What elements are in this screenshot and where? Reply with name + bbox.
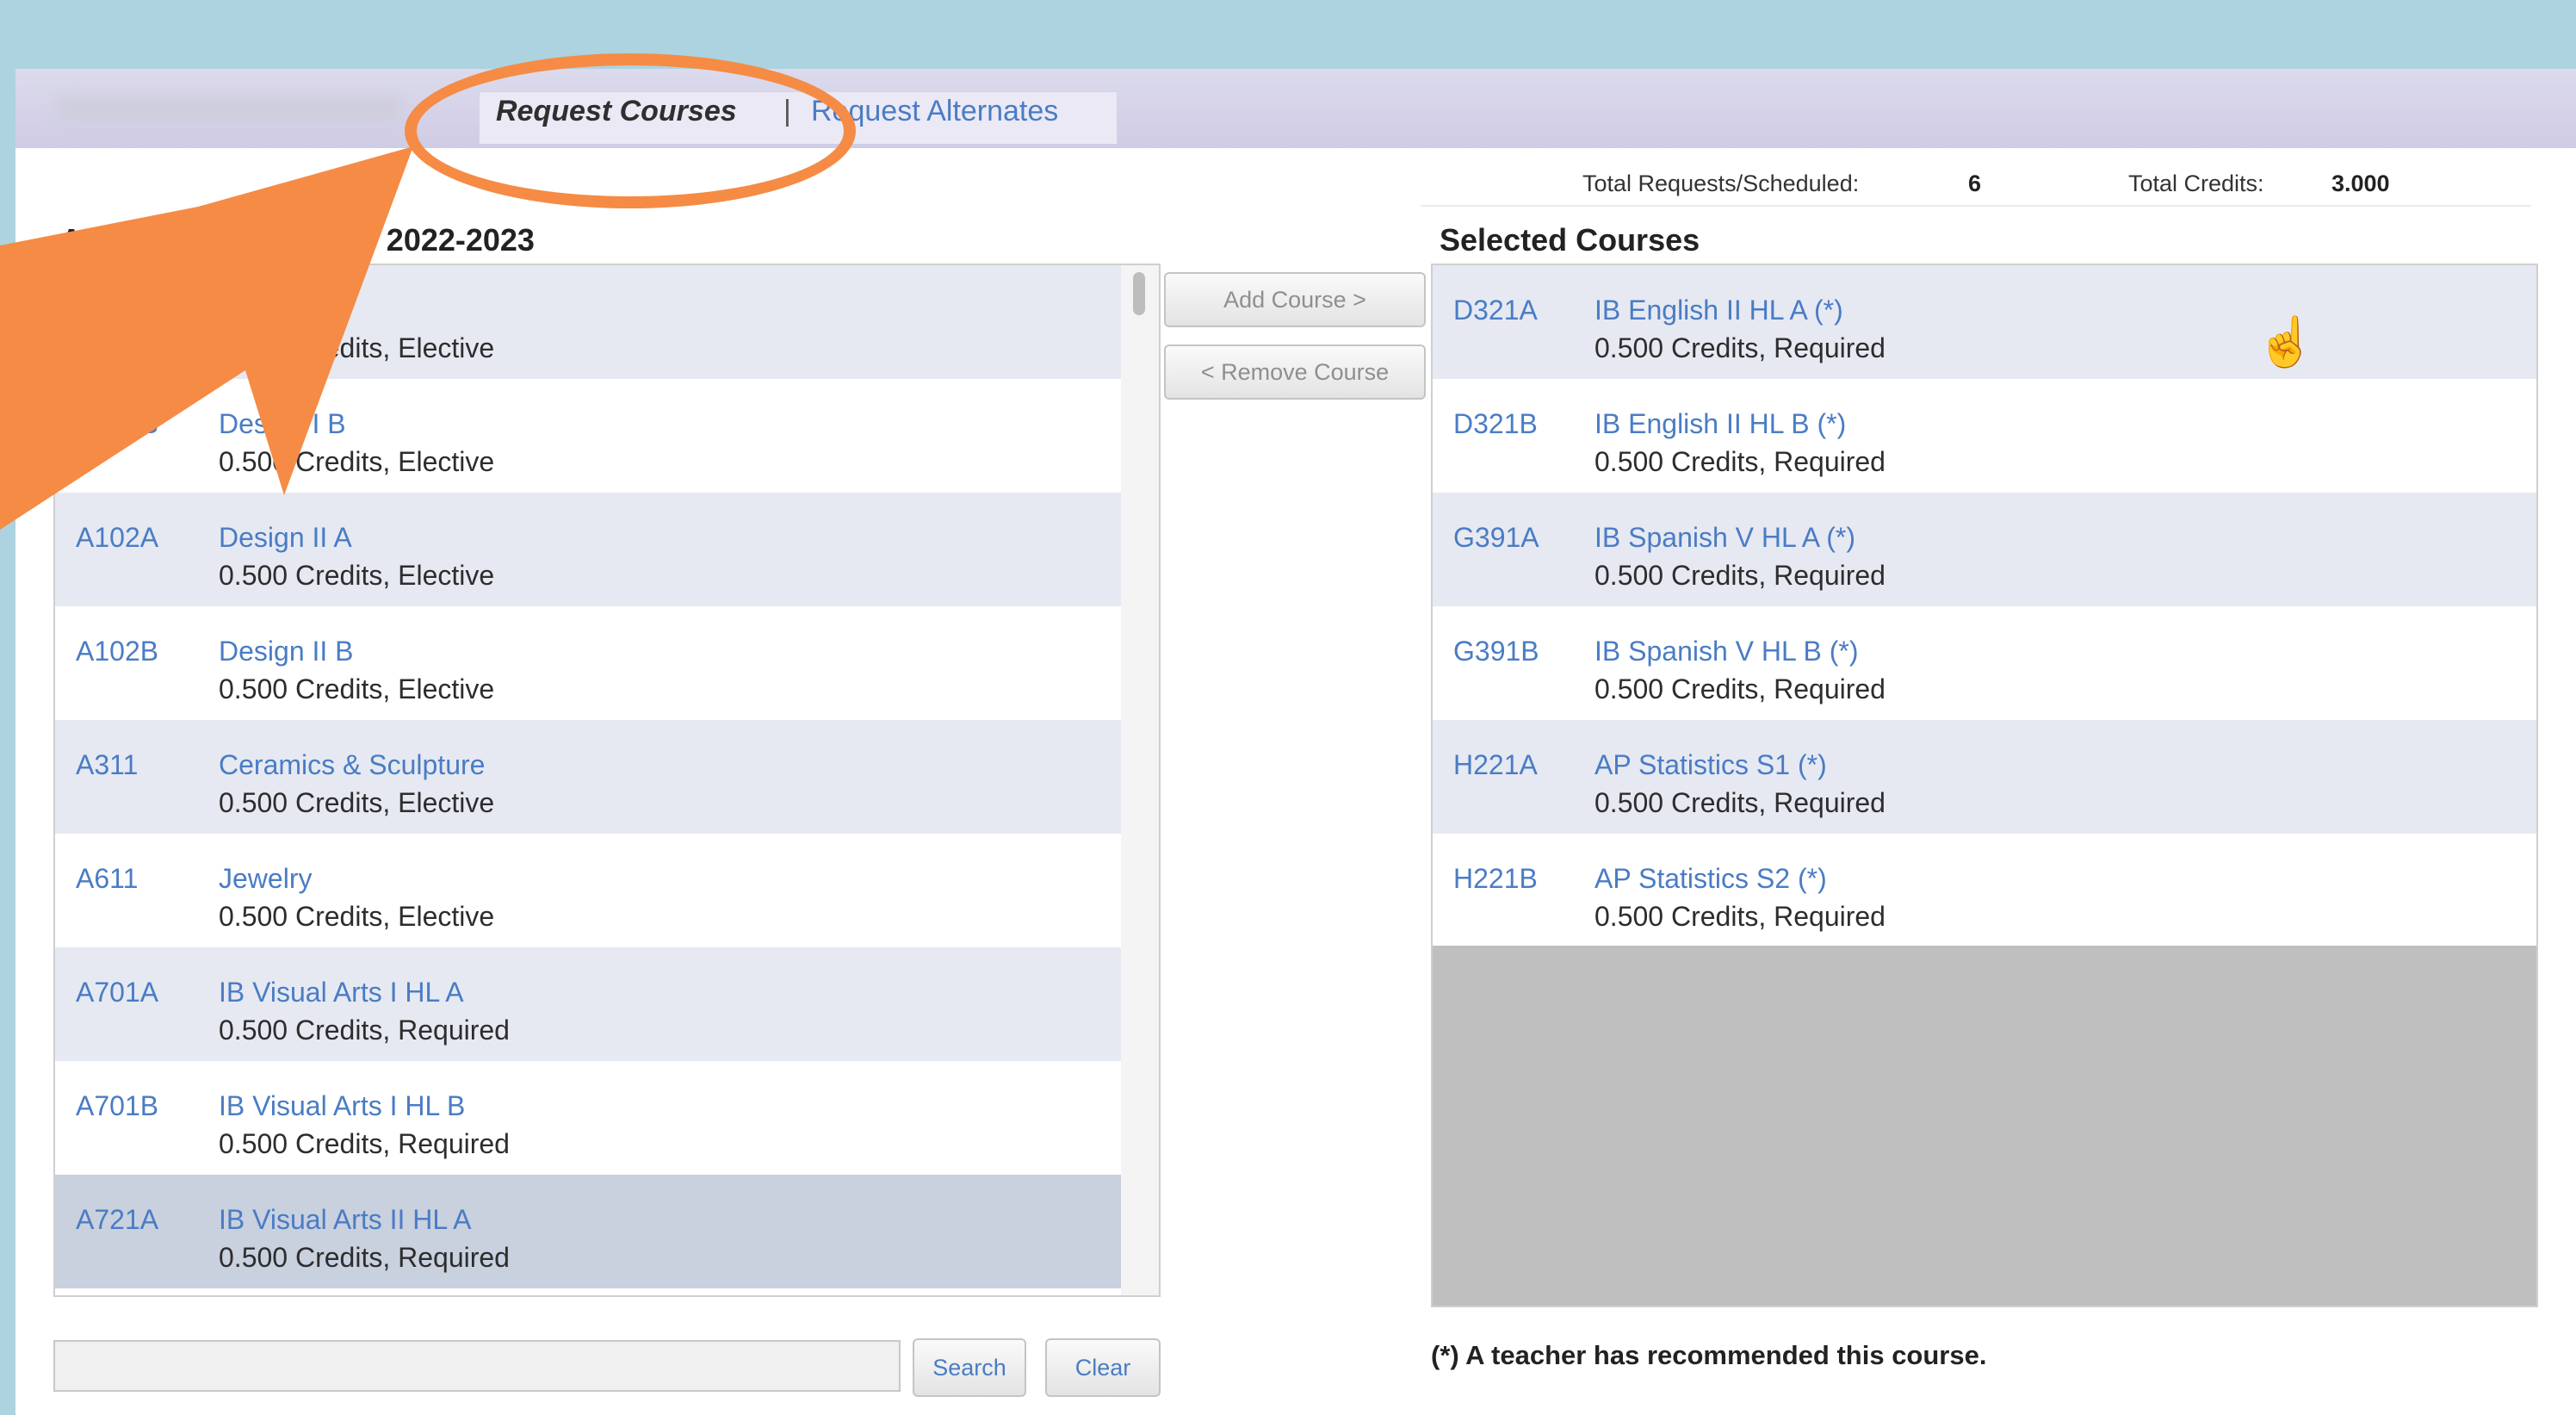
recommendation-footnote: (*) A teacher has recommended this cours…	[1431, 1340, 1987, 1370]
selected-row[interactable]: H221A AP Statistics S1 (*) 0.500 Credits, …	[1433, 720, 2536, 834]
course-credits: 0.500 Credits, Required	[1595, 332, 1886, 363]
course-name[interactable]: Design II B	[219, 636, 354, 667]
course-name[interactable]: Ceramics & Sculpture	[219, 749, 485, 781]
course-credits: 0.500 Credits, Required	[1595, 560, 1886, 591]
total-credits-label: Total Credits:	[2128, 171, 2264, 196]
course-name[interactable]: Jewelry	[219, 863, 312, 895]
course-credits: 0.500 Credits, Elective	[219, 560, 495, 591]
selected-row[interactable]: G391A IB Spanish V HL A (*) 0.500 Credits,…	[1433, 493, 2536, 606]
course-code: A611	[76, 863, 139, 894]
total-requests-label: Total Requests/Scheduled:	[1582, 171, 1860, 196]
course-code: G391B	[1453, 636, 1539, 667]
course-credits: 0.500 Credits, Required	[1595, 446, 1886, 477]
total-credits-value: 3.000	[2331, 171, 2390, 196]
add-course-button[interactable]: Add Course >	[1164, 272, 1426, 327]
selected-courses-heading: Selected Courses	[1440, 222, 1700, 258]
highlight-ellipse-annotation	[405, 53, 856, 208]
course-credits: 0.500 Credits, Elective	[219, 901, 495, 932]
course-name[interactable]: IB Visual Arts I HL B	[219, 1090, 465, 1122]
course-code: D321B	[1453, 408, 1538, 439]
course-code: H221A	[1453, 749, 1538, 780]
available-list-scrollbar[interactable]	[1121, 264, 1161, 1297]
clear-button[interactable]: Clear	[1045, 1338, 1161, 1397]
course-credits: 0.500 Credits, Required	[219, 1015, 510, 1046]
course-code: H221B	[1453, 863, 1538, 894]
selected-row[interactable]: D321A IB English II HL A (*) 0.500 Credits…	[1433, 265, 2536, 379]
available-row[interactable]: A311 Ceramics & Sculpture 0.500 Credits, E…	[55, 720, 1123, 834]
available-row[interactable]: A721A IB Visual Arts II HL A 0.500 Credits…	[55, 1175, 1123, 1288]
course-code: A701A	[76, 977, 159, 1008]
course-name[interactable]: AP Statistics S1 (*)	[1595, 749, 1827, 781]
course-credits: 0.500 Credits, Required	[1595, 901, 1886, 932]
available-row[interactable]: A102B Design II B 0.500 Credits, Elective	[55, 606, 1123, 720]
course-name[interactable]: IB English II HL B (*)	[1595, 408, 1846, 440]
selected-courses-items: D321A IB English II HL A (*) 0.500 Credits…	[1433, 265, 2536, 946]
course-code: A102B	[76, 636, 159, 667]
available-row[interactable]: A611 Jewelry 0.500 Credits, Elective	[55, 834, 1123, 947]
selected-row[interactable]: D321B IB English II HL B (*) 0.500 Credits…	[1433, 379, 2536, 493]
course-credits: 0.500 Credits, Elective	[219, 673, 495, 704]
course-code: D321A	[1453, 295, 1538, 326]
remove-course-button[interactable]: < Remove Course	[1164, 344, 1426, 400]
course-credits: 0.500 Credits, Elective	[219, 787, 495, 818]
search-button[interactable]: Search	[913, 1338, 1026, 1397]
hand-pointer-icon: ☝	[2256, 314, 2316, 369]
course-code: A721A	[76, 1204, 159, 1235]
course-credits: 0.500 Credits, Required	[1595, 673, 1886, 704]
course-code: G391A	[1453, 522, 1539, 553]
course-credits: 0.500 Credits, Required	[219, 1128, 510, 1159]
course-search-input[interactable]	[53, 1340, 901, 1392]
selected-courses-list[interactable]: D321A IB English II HL A (*) 0.500 Credits…	[1431, 264, 2538, 1307]
total-requests-value: 6	[1968, 171, 1982, 196]
course-code: A701B	[76, 1090, 159, 1121]
course-name[interactable]: IB English II HL A (*)	[1595, 295, 1843, 326]
course-code: A311	[76, 749, 139, 780]
course-name[interactable]: AP Statistics S2 (*)	[1595, 863, 1827, 895]
scrollbar-thumb[interactable]	[1133, 272, 1145, 315]
course-name[interactable]: IB Spanish V HL A (*)	[1595, 522, 1855, 554]
course-credits: 0.500 Credits, Required	[1595, 787, 1886, 818]
selected-row[interactable]: H221B AP Statistics S2 (*) 0.500 Credits, …	[1433, 834, 2536, 947]
available-row[interactable]: A701B IB Visual Arts I HL B 0.500 Credits,…	[55, 1061, 1123, 1175]
course-name[interactable]: IB Spanish V HL B (*)	[1595, 636, 1859, 667]
selected-row[interactable]: G391B IB Spanish V HL B (*) 0.500 Credits,…	[1433, 606, 2536, 720]
course-name[interactable]: IB Visual Arts I HL A	[219, 977, 464, 1008]
arrow-annotation-icon	[0, 146, 413, 530]
course-name[interactable]: IB Visual Arts II HL A	[219, 1204, 471, 1236]
available-row[interactable]: A701A IB Visual Arts I HL A 0.500 Credits,…	[55, 947, 1123, 1061]
course-credits: 0.500 Credits, Required	[219, 1242, 510, 1273]
